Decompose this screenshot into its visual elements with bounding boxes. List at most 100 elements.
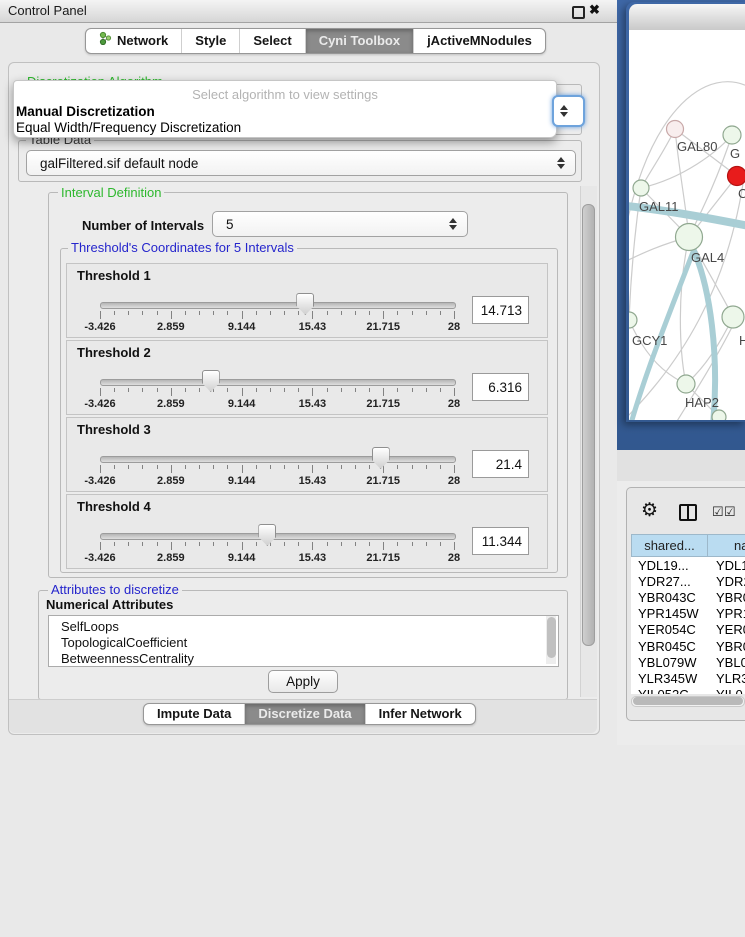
apply-button[interactable]: Apply (268, 670, 338, 693)
threshold-block: Threshold 4-3.4262.8599.14415.4321.71528… (66, 494, 548, 569)
table-row[interactable]: YLR345WYLR3 (631, 671, 745, 687)
tab-cyni-toolbox[interactable]: Cyni Toolbox (305, 29, 413, 53)
threshold-slider-track[interactable] (100, 302, 456, 309)
float-window-icon[interactable] (572, 6, 585, 19)
close-icon[interactable]: ✖ (589, 2, 600, 18)
network-node[interactable] (667, 121, 684, 138)
network-node[interactable] (676, 224, 703, 251)
tick-mark (440, 388, 441, 392)
network-node[interactable] (723, 126, 741, 144)
tick-label: 2.859 (157, 475, 185, 487)
tick-mark (171, 388, 172, 396)
interval-definition-title: Interval Definition (58, 186, 164, 199)
tick-label: 15.43 (299, 552, 327, 564)
tick-mark (199, 388, 200, 392)
threshold-slider-thumb[interactable] (372, 447, 390, 469)
tick-mark (440, 542, 441, 546)
table-hscrollbar-thumb[interactable] (633, 697, 743, 705)
network-node[interactable] (728, 167, 745, 186)
threshold-slider-thumb[interactable] (202, 370, 220, 392)
tick-mark (157, 542, 158, 546)
cell-name: YIL0 (716, 687, 743, 694)
tab-impute-data[interactable]: Impute Data (144, 704, 244, 724)
tick-mark (369, 542, 370, 546)
tab-style[interactable]: Style (181, 29, 239, 53)
tick-mark (454, 465, 455, 473)
network-node[interactable] (677, 375, 695, 393)
tab-network[interactable]: Network (86, 29, 181, 53)
table-row[interactable]: YBL079WYBL0 (631, 655, 745, 671)
tick-label: 2.859 (157, 398, 185, 410)
node-label: GAL11 (639, 199, 679, 214)
attribute-list-item[interactable]: TopologicalCoefficient (61, 635, 187, 650)
threshold-value-field[interactable]: 11.344 (472, 527, 529, 555)
checkbox-icon[interactable]: ☑ (712, 504, 724, 520)
tick-mark (341, 388, 342, 392)
network-node[interactable] (722, 306, 744, 328)
attribute-list-item[interactable]: BetweennessCentrality (61, 651, 194, 666)
network-node[interactable] (633, 180, 649, 196)
tab-discretize-data[interactable]: Discretize Data (244, 704, 364, 724)
threshold-slider-thumb[interactable] (258, 524, 276, 546)
threshold-value-field[interactable]: 14.713 (472, 296, 529, 324)
table-row[interactable]: YDR27...YDR2 (631, 574, 745, 590)
algorithm-option-equal-width[interactable]: Equal Width/Frequency Discretization (16, 120, 241, 135)
tick-mark (284, 465, 285, 469)
table-row[interactable]: YDL19...YDL1 (631, 558, 745, 574)
threshold-value-field[interactable]: 6.316 (472, 373, 529, 401)
table-data-combobox[interactable]: galFiltered.sif default node (26, 150, 576, 176)
attribute-list-item[interactable]: SelfLoops (61, 619, 119, 634)
threshold-slider-track[interactable] (100, 379, 456, 386)
tab-select[interactable]: Select (239, 29, 304, 53)
table-row[interactable]: YBR045CYBR0 (631, 639, 745, 655)
attributes-scrollbar-thumb[interactable] (547, 617, 556, 658)
tick-mark (270, 311, 271, 315)
threshold-label: Threshold 2 (77, 345, 151, 360)
tick-label: 15.43 (299, 475, 327, 487)
tick-label: 21.715 (366, 398, 400, 410)
tick-mark (157, 465, 158, 469)
checkbox-icon[interactable]: ☑ (724, 504, 736, 520)
tick-mark (298, 388, 299, 392)
tick-label: 15.43 (299, 398, 327, 410)
tab-jactivemnodules[interactable]: jActiveMNodules (413, 29, 545, 53)
threshold-slider-track[interactable] (100, 533, 456, 540)
table-row[interactable]: YPR145WYPR1 (631, 606, 745, 622)
network-node[interactable] (712, 410, 726, 420)
tick-mark (298, 542, 299, 546)
tick-label: 15.43 (299, 321, 327, 333)
tick-label: 28 (448, 552, 460, 564)
tick-mark (157, 388, 158, 392)
tick-label: 21.715 (366, 475, 400, 487)
network-window-titlebar[interactable] (629, 4, 745, 31)
threshold-slider-track[interactable] (100, 456, 456, 463)
columns-icon[interactable] (679, 504, 697, 521)
algorithm-option-manual[interactable]: Manual Discretization (16, 104, 155, 119)
tick-mark (242, 311, 243, 319)
network-canvas[interactable]: GAL80GCGAL11GAL4GCY1HHAP2 (629, 30, 745, 420)
column-header-shared-name[interactable]: shared... (631, 534, 708, 557)
tick-mark (256, 311, 257, 315)
network-node[interactable] (629, 312, 637, 328)
algorithm-prompt-item[interactable]: Select algorithm to view settings (14, 87, 556, 102)
tab-infer-network[interactable]: Infer Network (365, 704, 475, 724)
numerical-attributes-list[interactable]: SelfLoopsTopologicalCoefficientBetweenne… (48, 615, 559, 667)
column-header-name[interactable]: na (708, 534, 745, 557)
number-of-intervals-combobox[interactable]: 5 (212, 211, 468, 237)
tick-label: 9.144 (228, 398, 256, 410)
settings-scrollbar-thumb[interactable] (582, 204, 595, 646)
gear-icon[interactable]: ⚙ (641, 499, 658, 522)
table-row[interactable]: YBR043CYBR0 (631, 590, 745, 606)
table-row[interactable]: YIL052CYIL0 (631, 687, 745, 694)
tick-mark (114, 311, 115, 315)
threshold-block: Threshold 3-3.4262.8599.14415.4321.71528… (66, 417, 548, 492)
network-edge[interactable] (629, 320, 686, 384)
table-row[interactable]: YER054CYER0 (631, 622, 745, 638)
threshold-value-field[interactable]: 21.4 (472, 450, 529, 478)
algorithm-combobox[interactable] (552, 95, 585, 127)
tick-mark (369, 311, 370, 315)
tick-mark (312, 311, 313, 319)
tick-mark (199, 542, 200, 546)
threshold-label: Threshold 3 (77, 422, 151, 437)
tick-label: 2.859 (157, 321, 185, 333)
